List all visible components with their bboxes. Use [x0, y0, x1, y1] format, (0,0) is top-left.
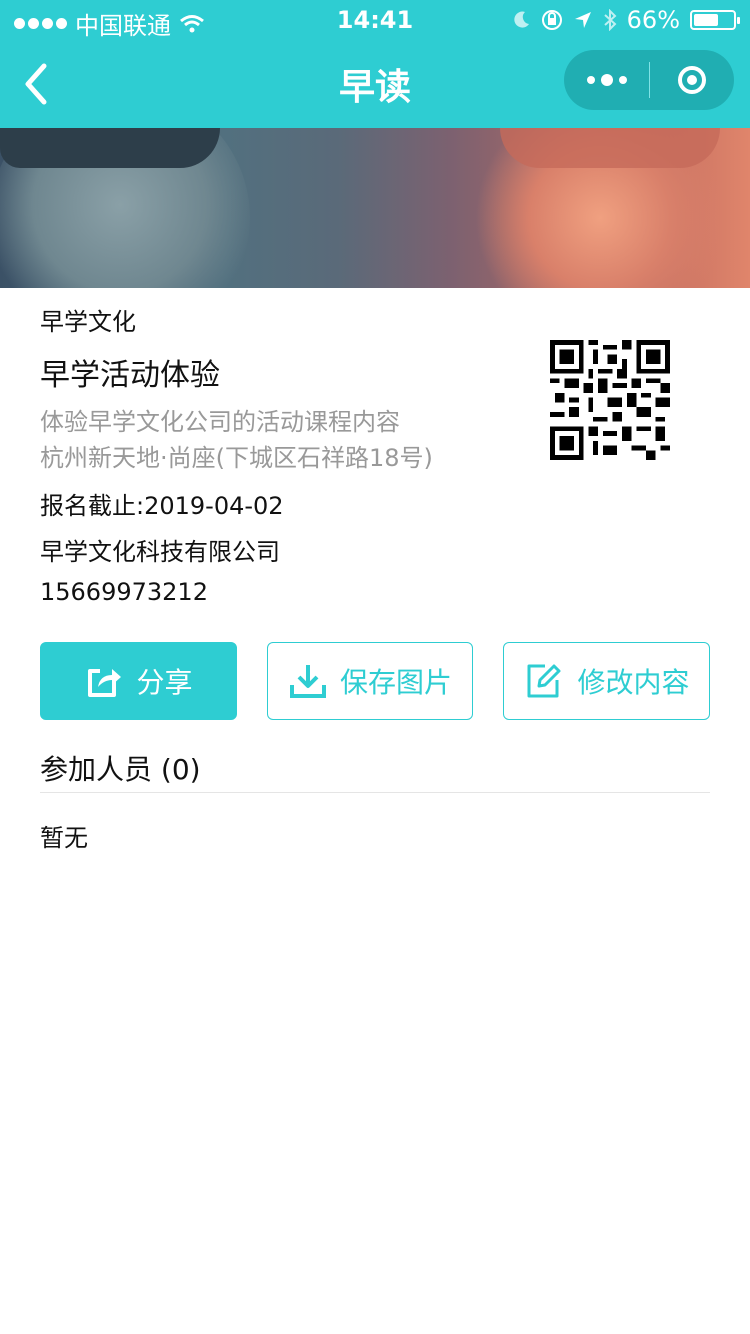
company-name: 早学文化科技有限公司: [40, 538, 280, 566]
qr-code-icon[interactable]: [550, 340, 670, 460]
activity-title: 早学活动体验: [40, 358, 220, 393]
share-icon: [88, 669, 122, 697]
more-dots-icon[interactable]: [564, 50, 649, 110]
edit-content-label: 修改内容: [577, 666, 690, 699]
moon-icon: [514, 11, 529, 28]
participants-title: 参加人员 (0): [40, 753, 201, 786]
save-image-label: 保存图片: [339, 666, 452, 699]
divider: [40, 792, 710, 793]
edit-content-button[interactable]: 修改内容: [503, 642, 710, 720]
registration-deadline: 报名截止:2019-04-02: [40, 492, 284, 520]
save-image-button[interactable]: 保存图片: [267, 642, 473, 720]
edit-icon: [527, 664, 561, 698]
share-button[interactable]: 分享: [40, 642, 237, 720]
banner-image: [0, 128, 750, 288]
share-label: 分享: [136, 666, 193, 699]
participants-empty: 暂无: [40, 824, 88, 852]
header: 中国联通 14:41 66% 早读: [0, 0, 750, 547]
location-icon: [574, 12, 591, 28]
status-right: 66%: [511, 6, 740, 34]
battery-percent: 66%: [626, 6, 680, 34]
nav-bar: 早读: [0, 40, 750, 128]
activity-address: 杭州新天地·尚座(下城区石祥路18号): [40, 444, 433, 472]
battery-icon: [690, 10, 740, 30]
contact-phone[interactable]: 15669973212: [40, 578, 208, 606]
status-bar: 中国联通 14:41 66%: [0, 0, 750, 547]
activity-description: 体验早学文化公司的活动课程内容: [40, 408, 400, 436]
download-icon: [289, 665, 326, 698]
organizer-name: 早学文化: [40, 308, 136, 336]
mini-program-capsule: [564, 50, 734, 110]
rotation-lock-icon: [541, 10, 562, 30]
bluetooth-icon: [603, 9, 617, 31]
target-circle-icon[interactable]: [650, 50, 734, 110]
